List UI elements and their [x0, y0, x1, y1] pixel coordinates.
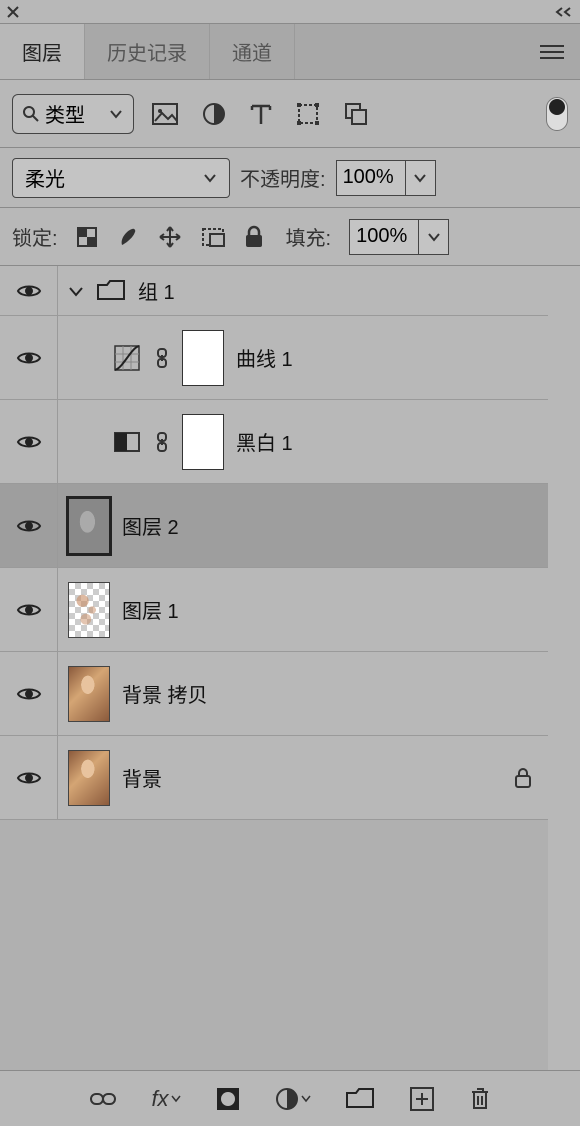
- lock-artboard-icon[interactable]: [200, 226, 226, 248]
- layer-row-blackwhite[interactable]: 黑白 1: [0, 400, 548, 484]
- layer-name: 组 1: [138, 276, 175, 305]
- link-layers-icon[interactable]: [89, 1090, 117, 1108]
- new-adjustment-button[interactable]: [275, 1087, 311, 1111]
- filter-icons: [152, 102, 368, 126]
- smartobject-filter-icon[interactable]: [344, 102, 368, 126]
- lock-toolbar: 锁定: 填充:: [0, 208, 580, 266]
- layer-thumb[interactable]: [68, 498, 110, 554]
- link-icon[interactable]: [154, 431, 170, 453]
- panel-titlebar: [0, 0, 580, 24]
- layer-thumb[interactable]: [68, 666, 110, 722]
- adjustment-filter-icon[interactable]: [202, 102, 226, 126]
- panel-menu-button[interactable]: [524, 24, 580, 79]
- opacity-label: 不透明度:: [240, 163, 326, 192]
- layer-row-layer2[interactable]: 图层 2: [0, 484, 548, 568]
- eye-icon: [16, 349, 42, 367]
- layer-name: 图层 1: [122, 595, 179, 624]
- delete-icon[interactable]: [469, 1086, 491, 1112]
- tab-layers[interactable]: 图层: [0, 24, 85, 79]
- layer-mask-thumb[interactable]: [182, 330, 224, 386]
- chevron-down-icon[interactable]: [68, 284, 84, 298]
- opacity-dropdown[interactable]: [406, 160, 436, 196]
- layer-name: 曲线 1: [236, 343, 293, 372]
- chevron-down-icon: [171, 1095, 181, 1103]
- link-icon[interactable]: [154, 347, 170, 369]
- layer-row-layer1[interactable]: 图层 1: [0, 568, 548, 652]
- chevron-down-icon: [413, 173, 427, 183]
- fill-dropdown[interactable]: [419, 219, 449, 255]
- menu-icon: [540, 44, 564, 60]
- chevron-down-icon: [109, 109, 123, 119]
- layer-name: 背景: [122, 763, 162, 792]
- chevron-down-icon: [301, 1095, 311, 1103]
- eye-icon: [16, 517, 42, 535]
- fill-label: 填充:: [286, 222, 332, 251]
- eye-icon: [16, 601, 42, 619]
- filter-label: 类型: [45, 99, 85, 128]
- layer-name: 图层 2: [122, 511, 179, 540]
- tab-label: 通道: [232, 37, 272, 66]
- search-icon: [23, 106, 39, 122]
- eye-icon: [16, 685, 42, 703]
- lock-label: 锁定:: [12, 222, 58, 251]
- layers-empty-area: [0, 820, 580, 1070]
- lock-all-icon[interactable]: [244, 225, 264, 249]
- eye-icon: [16, 433, 42, 451]
- fx-button[interactable]: fx: [151, 1086, 180, 1112]
- layer-group-row[interactable]: 组 1: [0, 266, 548, 316]
- opacity-input[interactable]: [336, 160, 406, 196]
- add-mask-icon[interactable]: [215, 1086, 241, 1112]
- layer-row-bgcopy[interactable]: 背景 拷贝: [0, 652, 548, 736]
- layer-row-background[interactable]: 背景: [0, 736, 548, 820]
- lock-icon: [513, 766, 533, 790]
- visibility-toggle[interactable]: [0, 484, 58, 567]
- visibility-toggle[interactable]: [0, 266, 58, 315]
- chevron-down-icon: [203, 173, 217, 183]
- tab-label: 历史记录: [107, 37, 187, 66]
- close-icon[interactable]: [6, 5, 20, 19]
- blend-mode-value: 柔光: [25, 163, 65, 192]
- layer-name: 黑白 1: [236, 427, 293, 456]
- visibility-toggle[interactable]: [0, 652, 58, 735]
- shape-filter-icon[interactable]: [296, 102, 320, 126]
- filter-toggle[interactable]: [546, 97, 568, 131]
- fx-icon: fx: [151, 1086, 168, 1112]
- tab-label: 图层: [22, 37, 62, 66]
- new-layer-icon[interactable]: [409, 1086, 435, 1112]
- layer-row-curves[interactable]: 曲线 1: [0, 316, 548, 400]
- background-lock[interactable]: [498, 766, 548, 790]
- folder-icon: [96, 279, 126, 303]
- curves-icon: [112, 343, 142, 373]
- blackwhite-icon: [112, 427, 142, 457]
- visibility-toggle[interactable]: [0, 400, 58, 483]
- adjustment-icon: [275, 1087, 299, 1111]
- blend-toolbar: 柔光 不透明度:: [0, 148, 580, 208]
- lock-position-icon[interactable]: [158, 225, 182, 249]
- lock-transparent-icon[interactable]: [76, 226, 98, 248]
- layer-thumb[interactable]: [68, 582, 110, 638]
- layer-thumb[interactable]: [68, 750, 110, 806]
- pixel-filter-icon[interactable]: [152, 103, 178, 125]
- layer-name: 背景 拷贝: [122, 679, 208, 708]
- eye-icon: [16, 282, 42, 300]
- chevron-down-icon: [427, 232, 441, 242]
- visibility-toggle[interactable]: [0, 568, 58, 651]
- filter-toolbar: 类型: [0, 80, 580, 148]
- type-filter-icon[interactable]: [250, 102, 272, 126]
- layer-mask-thumb[interactable]: [182, 414, 224, 470]
- tab-history[interactable]: 历史记录: [85, 24, 210, 79]
- collapse-icon[interactable]: [554, 6, 574, 18]
- filter-type-select[interactable]: 类型: [12, 94, 134, 134]
- lock-paint-icon[interactable]: [116, 225, 140, 249]
- blend-mode-select[interactable]: 柔光: [12, 158, 230, 198]
- fill-input[interactable]: [349, 219, 419, 255]
- visibility-toggle[interactable]: [0, 316, 58, 399]
- tab-channels[interactable]: 通道: [210, 24, 295, 79]
- visibility-toggle[interactable]: [0, 736, 58, 819]
- new-group-icon[interactable]: [345, 1087, 375, 1111]
- layers-bottombar: fx: [0, 1070, 580, 1126]
- panel-tabs: 图层 历史记录 通道: [0, 24, 580, 80]
- eye-icon: [16, 769, 42, 787]
